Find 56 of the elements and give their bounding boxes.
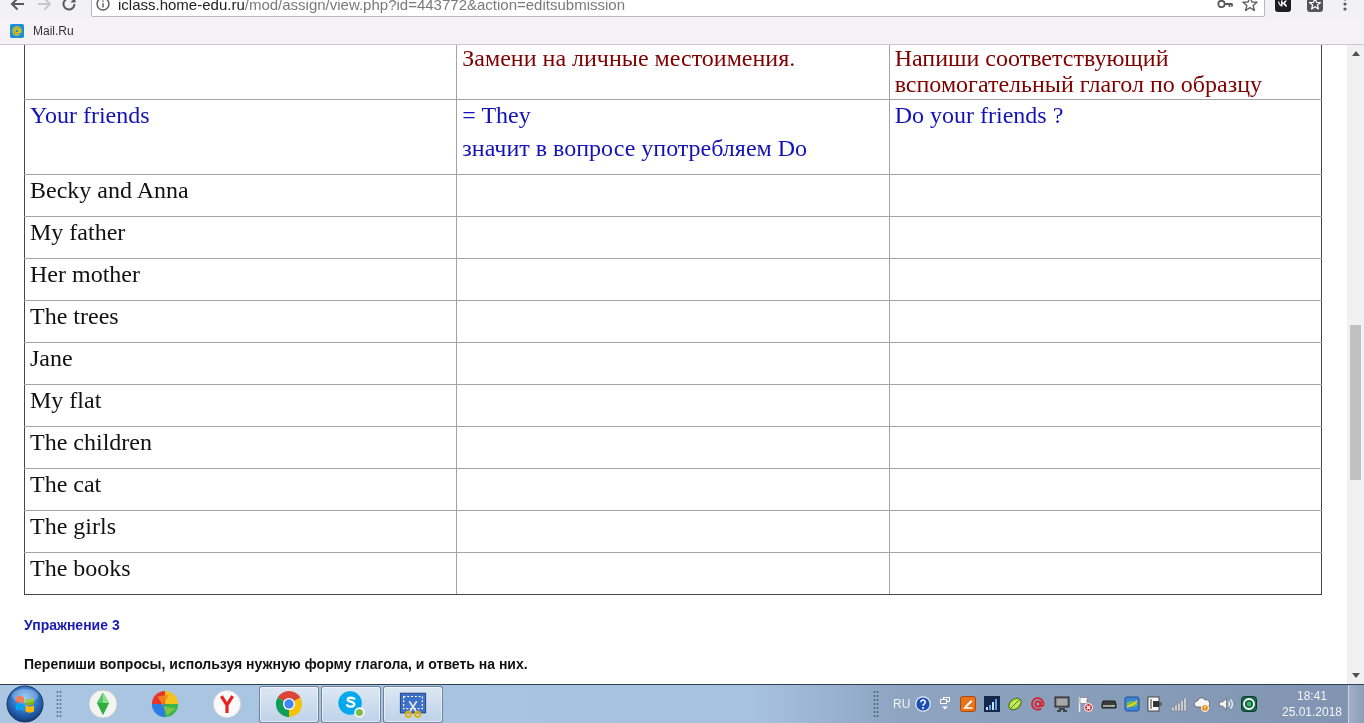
extension-icon[interactable]: [1275, 0, 1291, 12]
cell-text: значит в вопросе употребляем Do: [462, 135, 808, 162]
scroll-down-button[interactable]: [1347, 667, 1364, 684]
speaker-icon[interactable]: [1217, 696, 1234, 712]
subject-cell: My father: [24, 216, 457, 259]
subject-cell: The trees: [24, 300, 457, 343]
subject-cell: My flat: [24, 384, 457, 427]
subject-cell: Your friends: [24, 99, 457, 175]
subject-cell: Her mother: [24, 258, 457, 301]
bookmark-link[interactable]: Mail.Ru: [10, 24, 74, 38]
s-circle-icon: [336, 689, 366, 719]
scroll-up-button[interactable]: [1347, 45, 1364, 62]
leaf-icon[interactable]: [1007, 696, 1024, 712]
monitor-icon[interactable]: [1053, 696, 1070, 712]
bar-chart-icon[interactable]: [983, 696, 1000, 712]
instruction-cell: Напиши соответствующий вспомогательный глагол по образцу: [889, 45, 1322, 100]
subject-cell: The cat: [24, 468, 457, 511]
taskbar-button[interactable]: [321, 685, 381, 723]
subject-cell: The girls: [24, 510, 457, 553]
swirl-tile-icon[interactable]: [1124, 696, 1141, 712]
reload-icon[interactable]: [61, 0, 77, 12]
help-icon[interactable]: [915, 696, 932, 712]
info-icon[interactable]: [96, 0, 110, 11]
pen-tile-icon[interactable]: [960, 696, 977, 712]
cloud-warning-icon[interactable]: [1194, 696, 1211, 712]
taskbar-button[interactable]: [259, 685, 319, 723]
restore-icon[interactable]: [940, 696, 951, 712]
taskbar-button[interactable]: [383, 685, 443, 723]
grip-icon[interactable]: [872, 690, 879, 718]
question-cell: Do your friends ?: [889, 99, 1322, 175]
tricolor-circle-icon: [274, 689, 304, 719]
subject-cell: The children: [24, 426, 457, 469]
subject-cell: Jane: [24, 342, 457, 385]
cell-text: = They: [462, 102, 531, 129]
scroll-thumb[interactable]: [1350, 325, 1361, 480]
exercise-title: Упражнение 3: [24, 617, 120, 634]
at-sign-icon: [10, 24, 24, 38]
ring-icon[interactable]: [1241, 696, 1257, 712]
y-letter-icon: [212, 689, 242, 719]
star-tile-icon[interactable]: [1307, 0, 1323, 12]
start-button[interactable]: [6, 685, 44, 723]
caret-up-icon: [1351, 51, 1360, 56]
subject-cell: The books: [24, 552, 457, 595]
grip-icon[interactable]: [56, 690, 62, 718]
caret-down-icon: [1351, 673, 1360, 678]
star-icon[interactable]: [1242, 0, 1258, 12]
clock-date: 25.01.2018: [1281, 704, 1343, 720]
exercise-instruction: Перепиши вопросы, используя нужную форму глагола, и ответь на них.: [24, 656, 528, 673]
clock-time: 18:41: [1297, 688, 1327, 704]
menu-icon[interactable]: [1343, 0, 1347, 12]
flag-icon[interactable]: [1077, 696, 1094, 712]
power-plug-icon[interactable]: [1147, 696, 1164, 712]
instruction-cell: Замени на личные местоимения.: [456, 45, 890, 100]
subject-cell: Becky and Anna: [24, 174, 457, 217]
colorful-ball-icon: [150, 689, 180, 719]
back-arrow-icon[interactable]: [9, 0, 25, 12]
